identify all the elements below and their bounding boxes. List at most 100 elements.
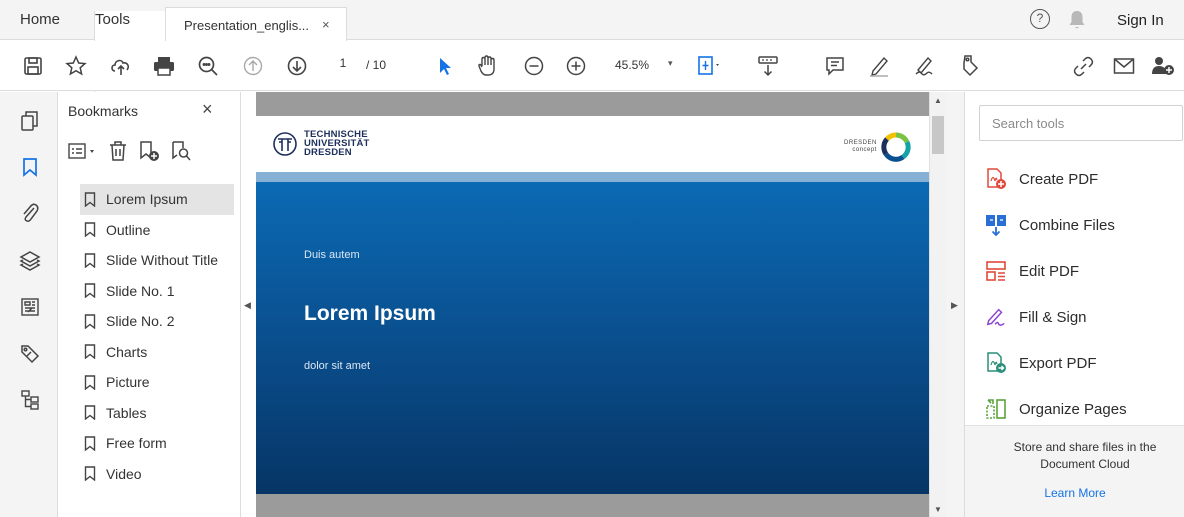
zoom-out-icon[interactable] — [521, 53, 547, 79]
page-total: / 10 — [366, 58, 387, 72]
tags-icon[interactable] — [19, 343, 41, 365]
bookmark-icon — [84, 222, 96, 238]
zoom-search-icon[interactable] — [195, 53, 221, 79]
bookmark-icon — [84, 375, 96, 390]
tool-label: Combine Files — [1019, 216, 1115, 234]
bookmark-label: Slide No. 2 — [106, 313, 175, 330]
document-viewport[interactable]: TECHNISCHE UNIVERSITÄT DRESDEN DRESDEN c… — [256, 92, 929, 517]
hand-tool-icon[interactable] — [474, 53, 500, 79]
bookmark-item[interactable]: Slide No. 2 — [80, 306, 234, 337]
page-structure-icon[interactable] — [19, 296, 41, 318]
bookmark-label: Slide Without Title — [106, 252, 219, 269]
bookmarks-list: Lorem Ipsum Outline Slide Without Title … — [80, 184, 234, 489]
next-page-icon[interactable] — [284, 53, 310, 79]
learn-more-link[interactable]: Learn More — [965, 486, 1184, 500]
collapse-right-panel-handle[interactable]: ▶ — [951, 300, 958, 311]
save-icon[interactable] — [20, 53, 46, 79]
help-icon[interactable]: ? — [1030, 9, 1050, 29]
vertical-scrollbar[interactable]: ▲ ▼ — [929, 92, 946, 517]
sign-pen-icon[interactable] — [912, 53, 938, 79]
concept-line-2: concept — [852, 147, 877, 153]
home-tab[interactable]: Home — [20, 11, 60, 28]
share-link-icon[interactable] — [1071, 53, 1097, 79]
create-pdf-icon — [985, 168, 1007, 190]
bookmarks-panel-title: Bookmarks — [68, 103, 139, 119]
tu-dresden-emblem-icon — [273, 131, 297, 156]
bookmarks-close-icon[interactable]: × — [202, 99, 213, 120]
concept-line-1: DRESDEN — [844, 140, 877, 146]
delete-bookmark-trash-icon[interactable] — [108, 140, 128, 165]
add-user-icon[interactable] — [1150, 53, 1176, 79]
bookmarks-icon[interactable] — [19, 156, 41, 178]
scroll-up-arrow-icon[interactable]: ▲ — [934, 96, 942, 105]
document-cloud-promo: Store and share files in the Document Cl… — [965, 425, 1184, 517]
content-tree-icon[interactable] — [19, 389, 41, 411]
bookmark-label: Picture — [106, 374, 150, 391]
bookmark-item[interactable]: Outline — [80, 215, 234, 246]
page-number-input[interactable]: 1 — [330, 56, 356, 76]
tool-export-pdf[interactable]: Export PDF — [985, 340, 1127, 386]
search-tools-input[interactable]: Search tools — [979, 105, 1183, 141]
tool-create-pdf[interactable]: Create PDF — [985, 156, 1127, 202]
scroll-down-arrow-icon[interactable]: ▼ — [934, 505, 942, 514]
bookmark-label: Free form — [106, 435, 167, 452]
slide-page: TECHNISCHE UNIVERSITÄT DRESDEN DRESDEN c… — [256, 116, 929, 494]
highlight-pen-icon[interactable] — [866, 53, 892, 79]
page-thumbnails-icon[interactable] — [19, 110, 41, 132]
new-bookmark-icon[interactable] — [138, 140, 160, 165]
bookmark-item[interactable]: Free form — [80, 428, 234, 459]
dresden-concept-ring-icon — [881, 132, 911, 162]
notifications-bell-icon[interactable] — [1067, 9, 1087, 34]
upload-cloud-icon[interactable] — [108, 53, 134, 79]
select-cursor-icon[interactable] — [432, 53, 458, 79]
slide-kicker: Duis autem — [304, 249, 360, 261]
previous-page-icon[interactable] — [240, 53, 266, 79]
collapse-left-panel-handle[interactable]: ◀ — [244, 300, 251, 311]
bookmark-icon — [84, 283, 96, 299]
bookmark-item[interactable]: Video — [80, 459, 234, 490]
bookmark-options-icon[interactable] — [68, 141, 98, 164]
zoom-level-select[interactable]: 45.5% — [615, 58, 649, 72]
logo-line-3: DRESDEN — [304, 147, 352, 158]
bookmarks-toolbar — [68, 138, 192, 166]
attachments-paperclip-icon[interactable] — [19, 202, 41, 224]
bookmark-label: Charts — [106, 343, 148, 360]
document-tab-close-icon[interactable]: × — [322, 17, 330, 32]
bookmark-icon — [84, 466, 96, 482]
tu-dresden-logo: TECHNISCHE UNIVERSITÄT DRESDEN — [270, 130, 370, 157]
bookmark-label: Lorem Ipsum — [106, 191, 188, 208]
bookmark-item[interactable]: Picture — [80, 367, 234, 398]
bookmark-item[interactable]: Tables — [80, 398, 234, 429]
comment-icon[interactable] — [822, 53, 848, 79]
sign-in-link[interactable]: Sign In — [1117, 12, 1164, 29]
bookmark-item[interactable]: Slide No. 1 — [80, 276, 234, 307]
tools-pane: Search tools Create PDF Combine Files Ed… — [964, 92, 1184, 517]
document-tab[interactable]: Presentation_englis... × — [165, 7, 347, 41]
print-icon[interactable] — [151, 53, 177, 79]
bookmark-item[interactable]: Slide Without Title — [80, 245, 234, 276]
scroll-thumb[interactable] — [932, 116, 944, 154]
bookmark-label: Tables — [106, 404, 147, 421]
layers-icon[interactable] — [19, 249, 41, 271]
tool-edit-pdf[interactable]: Edit PDF — [985, 248, 1127, 294]
fit-page-icon[interactable] — [697, 53, 723, 79]
bookmark-item[interactable]: Charts — [80, 337, 234, 368]
star-icon[interactable] — [63, 53, 89, 79]
find-bookmark-icon[interactable] — [170, 140, 192, 165]
bookmark-label: Outline — [106, 221, 151, 238]
bookmark-item[interactable]: Lorem Ipsum — [80, 184, 234, 215]
main-toolbar: 1 / 10 45.5% ▾ — [0, 41, 1184, 91]
tab-bar: Home Tools Presentation_englis... × ? Si… — [0, 0, 1184, 436]
zoom-in-icon[interactable] — [563, 53, 589, 79]
organize-pages-icon — [985, 398, 1007, 420]
tool-fill-sign[interactable]: Fill & Sign — [985, 294, 1127, 340]
zoom-dropdown-chevron-down-icon[interactable]: ▾ — [668, 58, 673, 69]
tool-label: Organize Pages — [1019, 400, 1127, 418]
stamp-tag-icon[interactable] — [955, 53, 981, 79]
tools-list: Create PDF Combine Files Edit PDF Fill &… — [985, 156, 1127, 432]
scrolling-mode-icon[interactable] — [755, 53, 781, 79]
email-icon[interactable] — [1111, 53, 1137, 79]
bookmark-icon — [84, 405, 96, 421]
bookmark-label: Video — [106, 465, 142, 482]
tool-combine-files[interactable]: Combine Files — [985, 202, 1127, 248]
